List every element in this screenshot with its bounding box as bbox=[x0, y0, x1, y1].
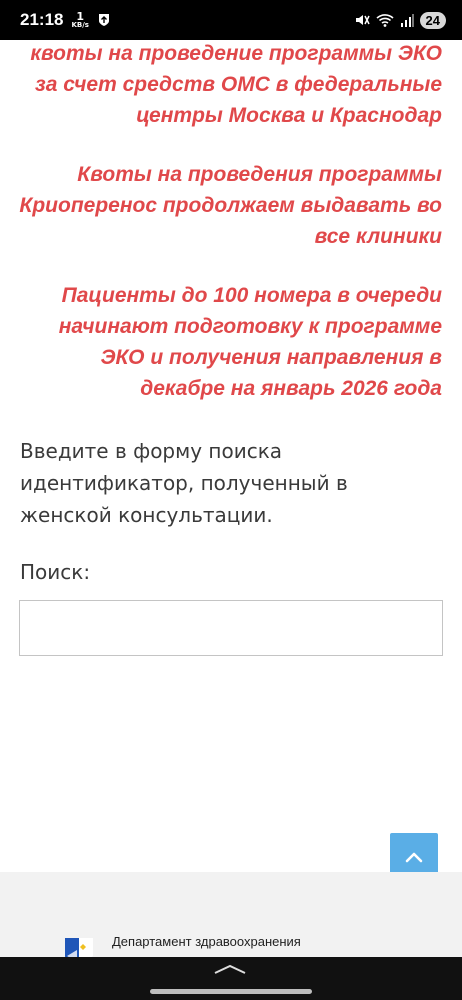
wifi-icon bbox=[375, 14, 394, 27]
footer-org-text: Департамент здравоохранения bbox=[112, 934, 301, 949]
signal-icon bbox=[400, 14, 414, 27]
search-input[interactable] bbox=[19, 600, 443, 656]
status-bar: 21:18 1 KB/s 24 bbox=[0, 0, 462, 40]
status-time: 21:18 bbox=[20, 10, 64, 29]
chevron-up-icon bbox=[405, 852, 423, 863]
status-right: 24 bbox=[354, 11, 446, 29]
instruction-text: Введите в форму поиска идентификатор, по… bbox=[20, 439, 348, 527]
net-speed: 1 KB/s bbox=[71, 11, 88, 29]
home-handle[interactable] bbox=[150, 989, 312, 994]
announcement-2: Квоты на проведения программы Криоперено… bbox=[19, 163, 442, 248]
mute-icon bbox=[355, 15, 370, 25]
announcements: квоты на проведение программы ЭКО за сче… bbox=[12, 38, 442, 432]
shield-icon bbox=[98, 14, 109, 26]
page: 21:18 1 KB/s 24 квоты на проведение прог… bbox=[0, 0, 462, 1000]
announcement-1: квоты на проведение программы ЭКО за сче… bbox=[30, 42, 442, 127]
battery-indicator: 24 bbox=[419, 11, 446, 29]
system-nav-bar bbox=[0, 957, 462, 1000]
search-label: Поиск: bbox=[20, 560, 91, 584]
net-speed-unit: KB/s bbox=[71, 21, 89, 29]
chevron-up-icon[interactable] bbox=[213, 963, 247, 975]
announcement-3: Пациенты до 100 номера в очереди начинаю… bbox=[58, 284, 442, 400]
